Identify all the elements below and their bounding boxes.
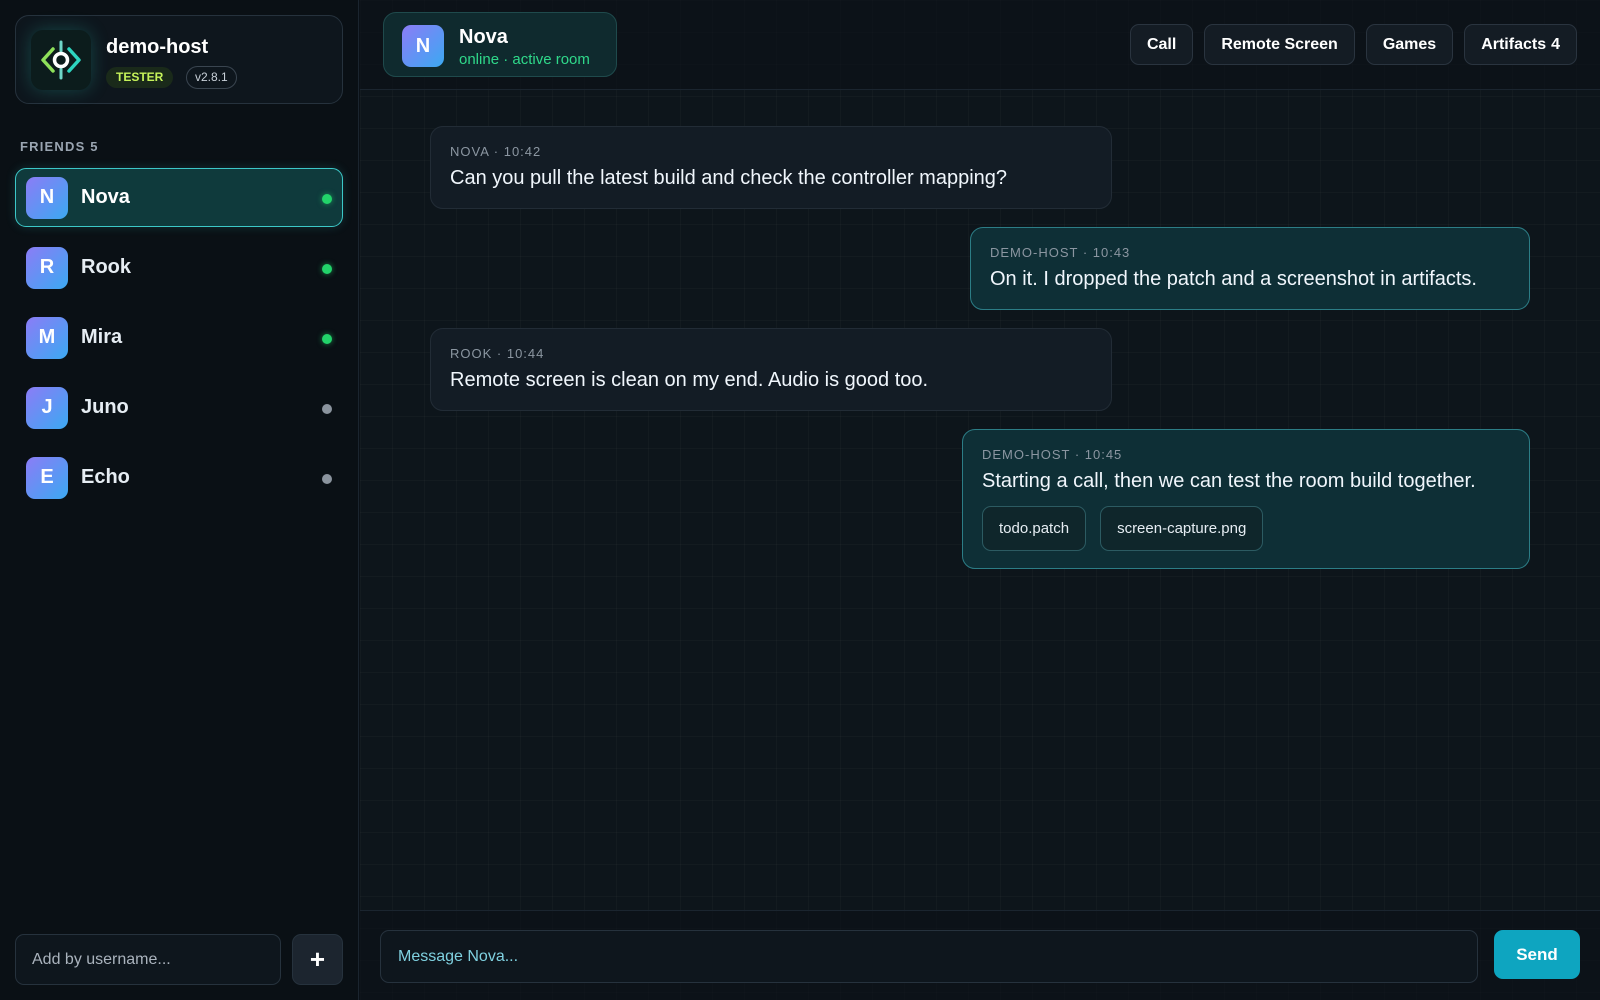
offline-status-dot-icon bbox=[322, 474, 332, 484]
sidebar: demo-host TESTER v2.8.1 FRIENDS 5 N Nova… bbox=[0, 0, 359, 1000]
message-meta: DEMO-HOST · 10:43 bbox=[990, 245, 1131, 260]
friend-name: Rook bbox=[81, 256, 131, 278]
host-name: demo-host bbox=[106, 36, 209, 58]
message-meta: DEMO-HOST · 10:45 bbox=[982, 447, 1123, 462]
friend-name: Mira bbox=[81, 326, 123, 348]
online-status-dot-icon bbox=[322, 334, 332, 344]
avatar: N bbox=[402, 25, 444, 67]
friend-list: N Nova R Rook M Mira J Juno E Echo bbox=[15, 168, 343, 518]
message-bubble: DEMO-HOST · 10:43 On it. I dropped the p… bbox=[970, 227, 1530, 310]
friend-name: Echo bbox=[81, 466, 130, 488]
chat-header: N Nova online · active room Call Remote … bbox=[360, 0, 1600, 90]
message-meta: NOVA · 10:42 bbox=[450, 144, 542, 159]
active-contact-card: N Nova online · active room bbox=[383, 12, 617, 77]
message-meta: ROOK · 10:44 bbox=[450, 346, 545, 361]
message-text: On it. I dropped the patch and a screens… bbox=[990, 268, 1477, 290]
friend-name: Nova bbox=[81, 186, 130, 208]
avatar: E bbox=[26, 456, 68, 499]
artifacts-label: Artifacts bbox=[1481, 35, 1547, 53]
online-status-dot-icon bbox=[322, 264, 332, 274]
avatar: M bbox=[26, 316, 68, 359]
artifacts-button[interactable]: Artifacts 4 bbox=[1464, 24, 1577, 65]
attachment-chip[interactable]: todo.patch bbox=[982, 506, 1087, 551]
call-button[interactable]: Call bbox=[1129, 24, 1194, 65]
artifacts-count: 4 bbox=[1551, 35, 1560, 53]
friend-item-nova[interactable]: N Nova bbox=[15, 168, 343, 227]
avatar: R bbox=[26, 246, 68, 289]
message-input[interactable] bbox=[380, 930, 1478, 983]
avatar: J bbox=[26, 386, 68, 429]
offline-status-dot-icon bbox=[322, 404, 332, 414]
message-bubble: ROOK · 10:44 Remote screen is clean on m… bbox=[430, 328, 1112, 411]
chat-panel: N Nova online · active room Call Remote … bbox=[360, 0, 1600, 1000]
avatar: N bbox=[26, 176, 68, 219]
message-composer: Send bbox=[360, 910, 1600, 1000]
contact-name: Nova bbox=[459, 26, 508, 48]
online-status-dot-icon bbox=[322, 194, 332, 204]
send-button[interactable]: Send bbox=[1494, 930, 1580, 979]
attachment-list: todo.patch screen-capture.png bbox=[982, 506, 1510, 551]
message-bubble: DEMO-HOST · 10:45 Starting a call, then … bbox=[962, 429, 1530, 569]
role-badge: TESTER bbox=[106, 67, 174, 88]
chat-actions: Call Remote Screen Games Artifacts 4 bbox=[1129, 24, 1577, 65]
code-ring-logo-icon bbox=[31, 30, 91, 90]
message-bubble: NOVA · 10:42 Can you pull the latest bui… bbox=[430, 126, 1112, 209]
version-badge: v2.8.1 bbox=[186, 66, 237, 89]
add-friend-button[interactable]: + bbox=[292, 934, 343, 985]
friend-item-rook[interactable]: R Rook bbox=[15, 238, 343, 297]
friend-item-echo[interactable]: E Echo bbox=[15, 448, 343, 507]
games-button[interactable]: Games bbox=[1365, 24, 1454, 65]
friend-item-juno[interactable]: J Juno bbox=[15, 378, 343, 437]
attachment-chip[interactable]: screen-capture.png bbox=[1100, 506, 1264, 551]
friend-item-mira[interactable]: M Mira bbox=[15, 308, 343, 367]
host-profile-card: demo-host TESTER v2.8.1 bbox=[15, 15, 343, 104]
contact-status: online · active room bbox=[459, 51, 590, 68]
message-text: Can you pull the latest build and check … bbox=[450, 167, 1008, 189]
friend-name: Juno bbox=[81, 396, 129, 418]
remote-screen-button[interactable]: Remote Screen bbox=[1204, 24, 1355, 65]
message-text: Remote screen is clean on my end. Audio … bbox=[450, 369, 929, 391]
friends-header: FRIENDS 5 bbox=[20, 139, 99, 154]
add-friend-input[interactable] bbox=[15, 934, 281, 985]
message-text: Starting a call, then we can test the ro… bbox=[982, 470, 1476, 492]
